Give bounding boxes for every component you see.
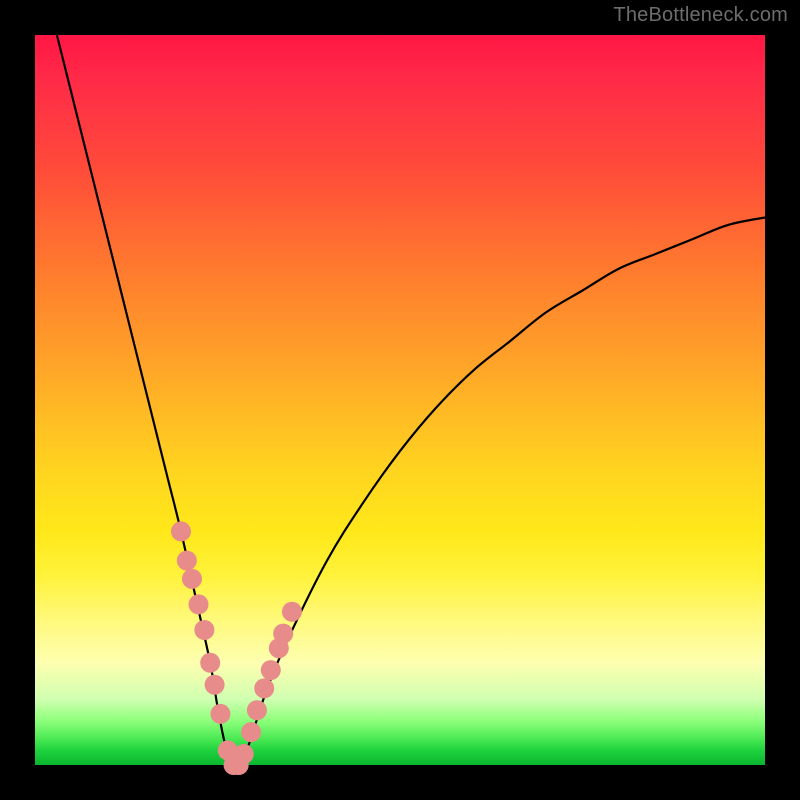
- highlight-dot: [200, 653, 220, 673]
- curve-layer: [57, 35, 765, 767]
- highlight-dot: [282, 602, 302, 622]
- highlight-dot: [247, 700, 267, 720]
- dots-layer: [171, 521, 302, 775]
- bottleneck-curve: [57, 35, 765, 767]
- plot-area: [35, 35, 765, 765]
- highlight-dot: [177, 551, 197, 571]
- highlight-dot: [171, 521, 191, 541]
- highlight-dot: [254, 678, 274, 698]
- highlight-dot: [261, 660, 281, 680]
- highlight-dot: [273, 624, 293, 644]
- watermark-text: TheBottleneck.com: [613, 4, 788, 27]
- highlight-dot: [241, 722, 261, 742]
- highlight-dot: [189, 594, 209, 614]
- highlight-dot: [205, 675, 225, 695]
- chart-svg: [35, 35, 765, 765]
- highlight-dot: [182, 569, 202, 589]
- highlight-dot: [234, 744, 254, 764]
- highlight-dot: [210, 704, 230, 724]
- highlight-dot: [194, 620, 214, 640]
- chart-frame: TheBottleneck.com: [0, 0, 800, 800]
